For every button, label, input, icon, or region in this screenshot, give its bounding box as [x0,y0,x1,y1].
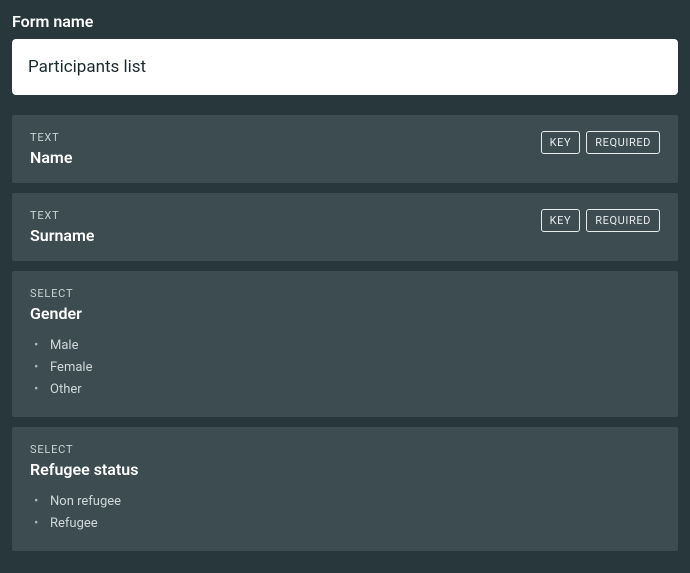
field-type-label: TEXT [30,209,95,222]
key-badge: KEY [541,209,581,232]
field-title: Name [30,148,72,167]
field-card[interactable]: TEXT Name KEYREQUIRED [12,115,678,183]
field-card[interactable]: TEXT Surname KEYREQUIRED [12,193,678,261]
field-title: Gender [30,304,82,323]
field-options: MaleFemaleOther [30,335,660,401]
field-option: Other [34,379,660,401]
field-type-label: TEXT [30,131,72,144]
key-badge: KEY [541,131,581,154]
field-options: Non refugeeRefugee [30,491,660,535]
field-option: Non refugee [34,491,660,513]
required-badge: REQUIRED [586,209,660,232]
field-title: Refugee status [30,460,138,479]
fields-list: TEXTNameKEYREQUIREDTEXTSurnameKEYREQUIRE… [12,115,678,551]
field-option: Male [34,335,660,357]
form-name-input[interactable] [12,39,678,95]
field-card[interactable]: SELECT Refugee status Non refugeeRefugee [12,427,678,551]
field-option: Refugee [34,513,660,535]
form-name-label: Form name [12,12,678,31]
required-badge: REQUIRED [586,131,660,154]
field-title: Surname [30,226,95,245]
field-type-label: SELECT [30,287,82,300]
field-option: Female [34,357,660,379]
field-card[interactable]: SELECT Gender MaleFemaleOther [12,271,678,417]
field-type-label: SELECT [30,443,138,456]
